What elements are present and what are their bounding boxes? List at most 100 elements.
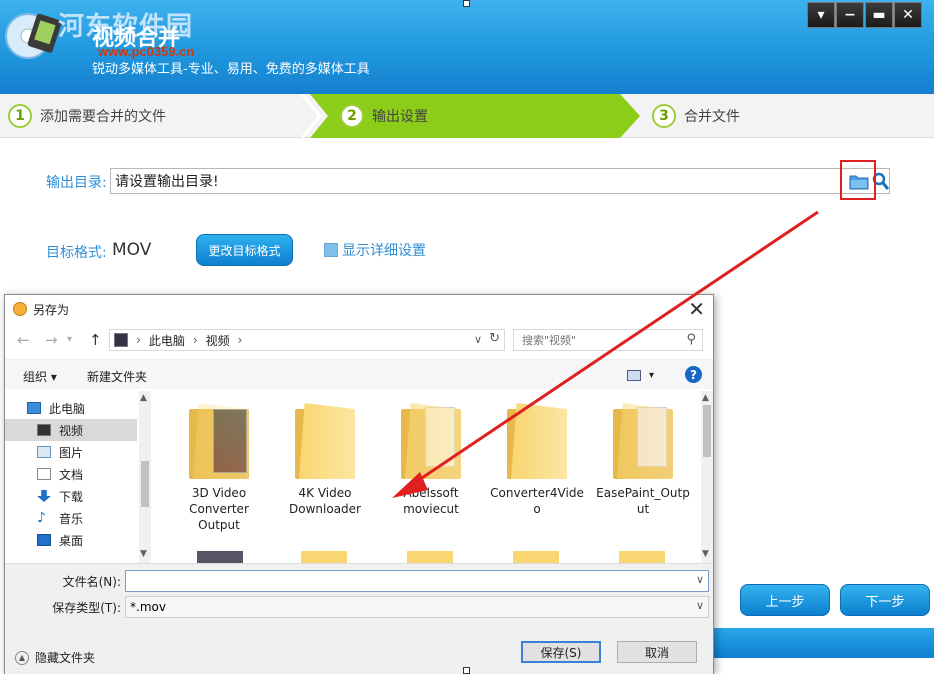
address-bar[interactable]: › 此电脑 › 视频 › ∨ ↻ xyxy=(109,329,505,351)
output-dir-input[interactable] xyxy=(111,169,831,193)
chevron-right-icon: › xyxy=(192,333,198,347)
folder-icon xyxy=(513,551,559,563)
nav-item-music[interactable]: ♪ 音乐 xyxy=(5,507,137,529)
scrollbar-thumb[interactable] xyxy=(141,461,149,507)
step-1[interactable]: 1 添加需要合并的文件 xyxy=(8,94,166,138)
detail-settings-checkbox[interactable] xyxy=(324,243,338,257)
dialog-bottom-bar: ▲ 隐藏文件夹 保存(S) 取消 xyxy=(5,625,713,674)
folder-name: 3D Video Converter Output xyxy=(189,486,249,532)
output-dir-field xyxy=(110,168,890,194)
scroll-down-icon[interactable]: ▼ xyxy=(140,549,147,559)
step-number: 2 xyxy=(340,104,364,128)
folder-icon xyxy=(401,403,461,479)
scroll-up-icon[interactable]: ▲ xyxy=(702,393,709,403)
folder-item[interactable]: Abelssoft moviecut xyxy=(381,403,481,517)
prev-step-button[interactable]: 上一步 xyxy=(740,584,830,616)
new-folder-button[interactable]: 新建文件夹 xyxy=(87,368,147,385)
folder-name: Converter4Vide o xyxy=(490,486,584,516)
organize-menu[interactable]: 组织 ▾ xyxy=(23,368,57,385)
next-step-button[interactable]: 下一步 xyxy=(840,584,930,616)
nav-item-pictures[interactable]: 图片 xyxy=(5,441,137,463)
forward-arrow-icon[interactable]: → xyxy=(45,331,58,349)
nav-item-downloads[interactable]: 下载 xyxy=(5,485,137,507)
nav-item-label: 音乐 xyxy=(59,511,84,526)
chevron-down-icon[interactable]: ∨ xyxy=(696,573,704,586)
breadcrumb-this-pc[interactable]: 此电脑 xyxy=(149,332,185,349)
folder-icon xyxy=(407,551,453,563)
steps-bar: 1 添加需要合并的文件 2 输出设置 3 合并文件 xyxy=(0,94,934,138)
folder-icon xyxy=(295,403,355,479)
breadcrumb-videos[interactable]: 视频 xyxy=(206,332,230,349)
folder-item[interactable]: EasePaint_Outp ut xyxy=(593,403,693,517)
save-button[interactable]: 保存(S) xyxy=(521,641,601,663)
menu-dropdown-button[interactable]: ▾ xyxy=(807,2,835,28)
app-header: 河东软件园 视频合并 www.pc0359.cn 锐动多媒体工具-专业、易用、免… xyxy=(0,0,934,94)
files-pane: 3D Video Converter Output 4K Video Downl… xyxy=(153,391,713,563)
nav-item-documents[interactable]: 文档 xyxy=(5,463,137,485)
step-2[interactable]: 2 输出设置 xyxy=(340,94,428,138)
nav-item-desktop[interactable]: 桌面 xyxy=(5,529,137,551)
nav-scrollbar[interactable]: ▲ ▼ xyxy=(139,391,151,563)
nav-item-videos[interactable]: 视频 xyxy=(5,419,137,441)
dialog-toolbar: 组织 ▾ 新建文件夹 ▾ ? xyxy=(5,359,713,389)
maximize-button[interactable]: ▬ xyxy=(865,2,893,28)
window-controls: ▾ − ▬ ✕ xyxy=(807,2,922,28)
nav-item-label: 视频 xyxy=(59,423,84,438)
resize-handle-top[interactable] xyxy=(463,0,470,7)
video-folder-icon xyxy=(37,424,51,436)
pictures-icon xyxy=(37,446,51,458)
chevron-down-icon[interactable]: ∨ xyxy=(696,599,704,612)
search-icon: ⚲ xyxy=(686,332,696,347)
hide-folders-toggle[interactable]: ▲ 隐藏文件夹 xyxy=(15,649,95,666)
close-button[interactable]: ✕ xyxy=(894,2,922,28)
dialog-close-icon[interactable]: ✕ xyxy=(688,297,705,321)
watermark-url: www.pc0359.cn xyxy=(98,44,195,59)
folder-item[interactable]: 4K Video Downloader xyxy=(275,403,375,517)
save-as-dialog: 另存为 ✕ ← → ▾ ↑ › 此电脑 › 视频 › ∨ ↻ ⚲ 组织 ▾ 新建… xyxy=(4,294,714,674)
downloads-icon xyxy=(37,490,51,502)
files-scrollbar[interactable]: ▲ ▼ xyxy=(701,391,713,563)
up-arrow-icon[interactable]: ↑ xyxy=(89,331,102,349)
folder-icon xyxy=(197,551,243,563)
chevron-right-icon: › xyxy=(136,333,141,347)
scroll-down-icon[interactable]: ▼ xyxy=(702,549,709,559)
minimize-button[interactable]: − xyxy=(836,2,864,28)
scroll-up-icon[interactable]: ▲ xyxy=(140,393,147,403)
refresh-icon[interactable]: ↻ xyxy=(489,331,500,346)
search-input[interactable] xyxy=(522,334,672,347)
resize-handle-bottom[interactable] xyxy=(463,667,470,674)
computer-icon xyxy=(27,402,41,414)
target-format-label: 目标格式: xyxy=(46,245,107,261)
view-dropdown-icon[interactable]: ▾ xyxy=(649,370,654,381)
target-format-value: MOV xyxy=(112,240,152,260)
filename-label: 文件名(N): xyxy=(62,575,121,589)
filetype-select[interactable]: ∨ xyxy=(125,596,709,618)
back-arrow-icon[interactable]: ← xyxy=(17,331,30,349)
cancel-button[interactable]: 取消 xyxy=(617,641,697,663)
filetype-value[interactable] xyxy=(126,597,686,617)
nav-item-label: 桌面 xyxy=(59,533,84,548)
filename-section: 文件名(N): ∨ 保存类型(T): ∨ xyxy=(5,563,713,625)
step-number: 3 xyxy=(652,104,676,128)
filename-field[interactable]: ∨ xyxy=(125,570,709,592)
nav-item-this-pc[interactable]: 此电脑 xyxy=(5,397,137,419)
chevron-down-icon[interactable]: ∨ xyxy=(474,333,482,346)
nav-item-label: 文档 xyxy=(59,467,84,482)
folder-name: EasePaint_Outp ut xyxy=(596,486,690,516)
detail-settings-label[interactable]: 显示详细设置 xyxy=(342,240,426,260)
view-options-icon[interactable] xyxy=(627,370,641,381)
scrollbar-thumb[interactable] xyxy=(703,405,711,457)
help-icon[interactable]: ? xyxy=(685,366,702,383)
folder-item[interactable]: 3D Video Converter Output xyxy=(169,403,269,533)
music-icon: ♪ xyxy=(37,510,46,526)
video-folder-icon xyxy=(114,333,128,347)
nav-item-label: 此电脑 xyxy=(49,401,86,416)
folder-item[interactable]: Converter4Vide o xyxy=(487,403,587,517)
step-separator xyxy=(300,94,322,138)
search-box[interactable]: ⚲ xyxy=(513,329,703,351)
recent-dropdown-icon[interactable]: ▾ xyxy=(67,334,72,345)
change-format-button[interactable]: 更改目标格式 xyxy=(196,234,293,266)
step-3[interactable]: 3 合并文件 xyxy=(652,94,740,138)
filename-input[interactable] xyxy=(126,571,686,591)
annotation-highlight-box xyxy=(840,160,876,200)
